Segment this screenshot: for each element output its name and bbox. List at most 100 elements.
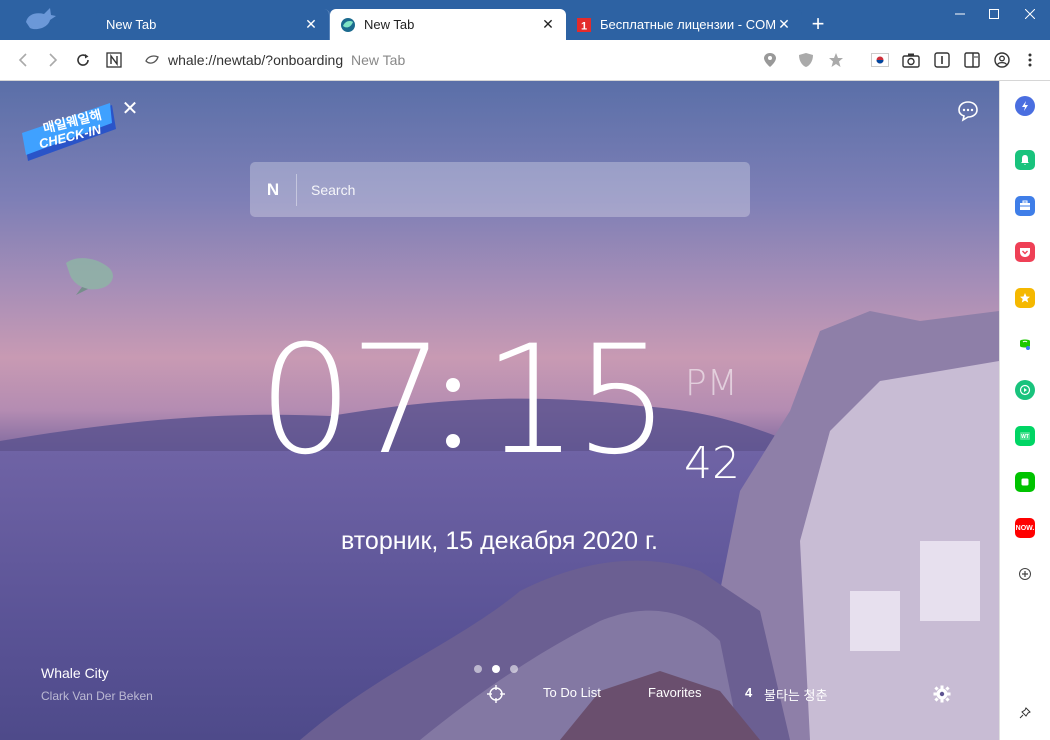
sidebar-item-papago[interactable] <box>1015 334 1035 354</box>
bookmark-star-button[interactable] <box>825 49 847 71</box>
clock-minutes: 15 <box>483 314 670 488</box>
naver-n-icon <box>106 52 122 68</box>
location-button[interactable] <box>759 49 781 71</box>
todo-list-button[interactable]: To Do List <box>543 685 601 700</box>
svg-text:WT: WT <box>1021 434 1029 440</box>
floating-whale-icon[interactable] <box>62 251 122 297</box>
tab-comss[interactable]: 1 Бесплатные лицензии - COMSS ✕ <box>566 9 802 40</box>
sidebar-item-webtoon[interactable]: WT <box>1015 426 1035 446</box>
menu-button[interactable] <box>1019 49 1041 71</box>
arrow-right-icon <box>49 53 58 67</box>
tab-new-tab-active[interactable]: New Tab ✕ <box>330 9 566 40</box>
search-input[interactable] <box>311 181 711 198</box>
sidebar-toggle-button[interactable] <box>961 49 983 71</box>
now-icon: NOW. <box>1015 524 1035 532</box>
new-tab-page: 매일웨일해 CHECK-IN ✕ N 07 15 PM 42 вторник, … <box>0 81 999 740</box>
whale-site-icon <box>145 55 159 64</box>
toolbar: whale://newtab/?onboarding New Tab <box>0 40 1050 81</box>
star-icon <box>1020 293 1030 303</box>
wallpaper-title[interactable]: Whale City <box>41 665 109 681</box>
korea-flag-icon <box>871 53 889 67</box>
whale-favicon-icon <box>341 17 355 32</box>
sidebar-item-line[interactable] <box>1015 472 1035 492</box>
crosshair-icon[interactable] <box>487 685 505 703</box>
new-tab-button[interactable]: + <box>806 12 830 36</box>
close-window-button[interactable] <box>1015 4 1045 24</box>
tab-close-icon[interactable]: ✕ <box>303 16 319 33</box>
maximize-icon <box>989 9 999 19</box>
whale-logo-icon <box>26 8 56 30</box>
address-bar[interactable]: whale://newtab/?onboarding New Tab <box>168 52 405 68</box>
tab-label: New Tab <box>106 17 157 32</box>
play-icon <box>1019 384 1031 396</box>
naver-logo-icon: N <box>250 173 297 206</box>
sidebar-item-notifications[interactable] <box>1015 150 1035 170</box>
trending-keyword[interactable]: 불타는 청춘 <box>764 685 827 704</box>
pager-dot-active[interactable] <box>492 665 500 673</box>
gear-icon[interactable] <box>933 685 951 703</box>
location-pin-icon <box>764 53 776 67</box>
bell-icon <box>1021 155 1029 165</box>
sidebar-add-button[interactable] <box>1015 564 1035 584</box>
split-view-icon <box>964 52 980 68</box>
plus-icon <box>1019 568 1031 580</box>
forward-button[interactable] <box>42 49 64 71</box>
naver-button[interactable] <box>103 49 125 71</box>
camera-icon <box>902 53 920 68</box>
reader-icon <box>934 52 950 68</box>
clock-ampm: PM <box>685 363 738 404</box>
arrow-left-icon <box>18 53 27 67</box>
minimize-button[interactable] <box>945 4 975 24</box>
star-icon <box>829 53 843 67</box>
capture-button[interactable] <box>900 49 922 71</box>
user-icon <box>994 52 1010 68</box>
tab-close-icon[interactable]: ✕ <box>776 16 792 33</box>
date-text: вторник, 15 декабря 2020 г. <box>341 527 658 555</box>
line-icon <box>1021 478 1029 486</box>
tab-new-tab-1[interactable]: New Tab ✕ <box>96 9 330 40</box>
clock-hours: 07 <box>258 314 445 488</box>
reload-icon <box>77 54 89 66</box>
close-check-in-icon[interactable]: ✕ <box>121 99 139 119</box>
pocket-icon <box>1020 248 1030 257</box>
profile-button[interactable] <box>991 49 1013 71</box>
pager-dot[interactable] <box>510 665 518 673</box>
translate-button[interactable] <box>869 49 891 71</box>
toolbox-icon <box>1020 200 1030 210</box>
clock-colon <box>446 378 460 448</box>
sidebar-item-player[interactable] <box>1015 380 1035 400</box>
tab-label: New Tab <box>364 17 415 32</box>
wallpaper-author[interactable]: Clark Van Der Beken <box>41 689 153 703</box>
lightning-search-icon <box>1022 101 1028 111</box>
sidebar-item-now[interactable]: NOW. <box>1015 518 1035 538</box>
title-bar: New Tab ✕ New Tab ✕ 1 Бесплатные лицензи… <box>0 0 1050 40</box>
reload-button[interactable] <box>72 49 94 71</box>
papago-icon <box>1020 339 1030 350</box>
chat-bubble-icon[interactable] <box>956 99 980 123</box>
tab-close-icon[interactable]: ✕ <box>540 16 556 33</box>
tab-label: Бесплатные лицензии - COMSS <box>600 17 776 32</box>
page-title: New Tab <box>351 52 406 68</box>
wallpaper-pager[interactable] <box>474 665 518 673</box>
shield-button[interactable] <box>795 49 817 71</box>
svg-text:1: 1 <box>581 20 587 32</box>
favorites-button[interactable]: Favorites <box>648 685 701 700</box>
pager-dot[interactable] <box>474 665 482 673</box>
sidebar-item-favorites[interactable] <box>1015 288 1035 308</box>
reader-button[interactable] <box>931 49 953 71</box>
minimize-icon <box>955 13 965 15</box>
sidebar-item-tools[interactable] <box>1015 196 1035 216</box>
sidebar-pin-button[interactable] <box>1015 703 1035 723</box>
search-box[interactable]: N <box>250 162 750 217</box>
back-button[interactable] <box>12 49 34 71</box>
sidebar: WT NOW. <box>999 81 1050 740</box>
comss-favicon-icon: 1 <box>577 17 591 32</box>
clock-seconds: 42 <box>684 438 740 489</box>
sidebar-item-pocket[interactable] <box>1015 242 1035 262</box>
sidebar-item-search[interactable] <box>1015 96 1035 116</box>
more-vertical-icon <box>1028 53 1032 67</box>
trending-rank: 4 <box>745 685 753 700</box>
url-text: whale://newtab/?onboarding <box>168 52 344 68</box>
site-info-button[interactable] <box>141 49 163 71</box>
maximize-button[interactable] <box>979 4 1009 24</box>
